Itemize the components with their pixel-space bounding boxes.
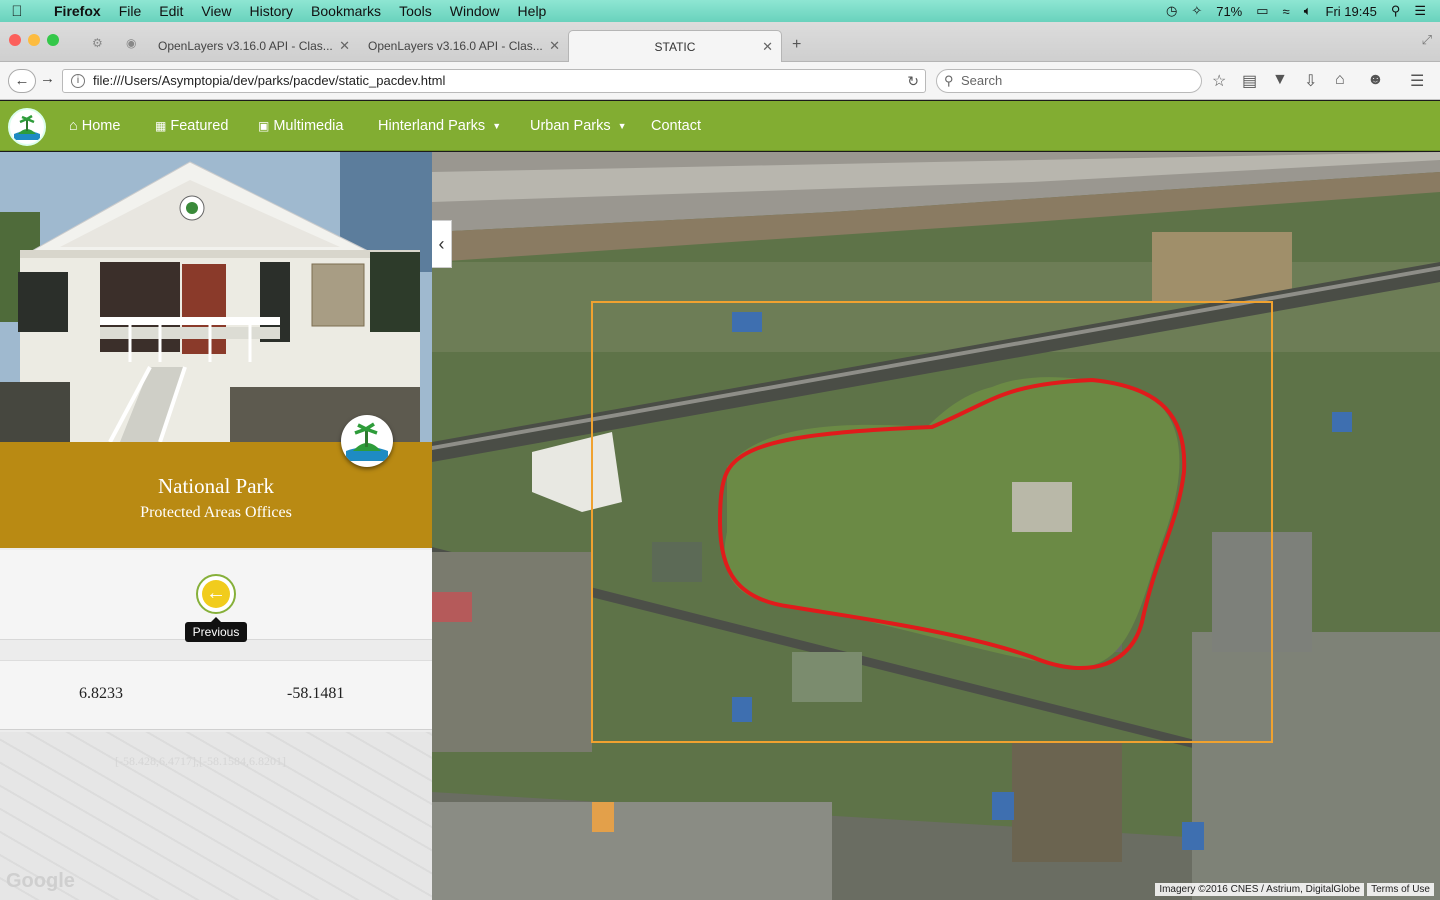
new-tab-icon[interactable]: + [792,36,801,54]
time-machine-icon[interactable]: ◷ [1166,3,1177,19]
app-menu[interactable]: Firefox [54,3,101,19]
hamburger-menu-icon[interactable]: ☰ [1410,71,1424,91]
park-logo-badge [341,415,393,467]
navigation-toolbar: ← → i file:///Users/Asymptopia/dev/parks… [0,62,1440,100]
close-window-button[interactable] [9,34,21,46]
caret-down-icon: ▼ [617,121,627,131]
nav-urban-label: Urban Parks [530,118,611,134]
palm-logo-icon [342,416,392,466]
home-icon: ⌂ [69,118,78,134]
nav-urban-parks[interactable]: Urban Parks ▼ [530,118,627,134]
bookmark-star-icon[interactable]: ☆ [1212,71,1226,91]
wifi-icon[interactable]: ≈ [1283,4,1290,19]
nav-featured-label: Featured [170,118,229,134]
tab-openlayers-1[interactable]: OpenLayers v3.16.0 API - Clas... ✕ [148,30,358,62]
previous-button[interactable]: ← [196,574,236,614]
nav-contact[interactable]: Contact [651,118,701,134]
tab-label: STATIC [654,39,696,54]
site-logo[interactable] [8,108,46,146]
close-tab-icon[interactable]: ✕ [762,39,773,55]
reading-list-icon[interactable]: ▤ [1242,71,1257,91]
search-input[interactable]: ⚲ Search [936,69,1202,93]
menu-view[interactable]: View [201,3,231,19]
google-logo: Google [6,870,75,892]
menu-history[interactable]: History [249,3,293,19]
park-title: National Park [157,474,275,498]
bbox-text: [-58.428,6.4717],[-58.1584,6.8201] [115,754,286,768]
picture-icon: ▣ [258,119,270,133]
map-attribution: Imagery ©2016 CNES / Astrium, DigitalGlo… [1152,883,1434,896]
park-office-photo [0,152,432,443]
tab-label: OpenLayers v3.16.0 API - Clas... [368,39,543,53]
nav-multimedia[interactable]: ▣ Multimedia [258,118,343,134]
url-bar[interactable]: i file:///Users/Asymptopia/dev/parks/pac… [62,69,926,93]
search-placeholder: Search [961,73,1003,88]
menu-file[interactable]: File [119,3,142,19]
apple-icon[interactable]:  [0,3,34,20]
menu-help[interactable]: Help [518,3,547,19]
arrow-left-icon: ← [202,580,230,608]
close-tab-icon[interactable]: ✕ [549,38,560,54]
coordinates-card: 6.8233 -58.1481 [0,660,432,730]
fullscreen-icon[interactable]: ⤢ [1422,32,1432,48]
tab-openlayers-2[interactable]: OpenLayers v3.16.0 API - Clas... ✕ [358,30,568,62]
search-icon: ⚲ [944,73,954,88]
tab-static[interactable]: STATIC ✕ [568,30,782,62]
tab-bar: ⚙ ◉ OpenLayers v3.16.0 API - Clas... ✕ O… [0,22,1440,62]
clock[interactable]: Fri 19:45 [1326,4,1377,19]
pocket-icon[interactable]: ▼ [1272,71,1288,89]
os-menubar:  Firefox File Edit View History Bookmar… [0,0,1440,22]
reload-icon[interactable]: ↻ [907,70,919,92]
terms-of-use-link[interactable]: Terms of Use [1367,883,1434,896]
battery-icon[interactable]: ▭ [1256,3,1268,19]
satellite-map[interactable]: Imagery ©2016 CNES / Astrium, DigitalGlo… [432,152,1440,900]
info-icon[interactable]: i [71,74,85,88]
nav-hinterland-parks[interactable]: Hinterland Parks ▼ [378,118,501,134]
nav-featured[interactable]: ▦ Featured [155,118,228,134]
menu-bookmarks[interactable]: Bookmarks [311,3,381,19]
spotlight-icon[interactable]: ⚲ [1391,3,1401,19]
imagery-credit: Imagery ©2016 CNES / Astrium, DigitalGlo… [1155,883,1365,896]
nav-home-label: Home [81,118,121,134]
menu-window[interactable]: Window [450,3,500,19]
nav-home[interactable]: ⌂ Home [69,118,120,134]
collapse-sidebar-button[interactable]: ‹ [432,220,452,268]
minimize-window-button[interactable] [28,34,40,46]
pinned-tab-icon[interactable]: ◉ [126,36,136,50]
volume-icon[interactable]: 🔈︎ [1304,3,1312,19]
menu-tools[interactable]: Tools [399,3,432,19]
home-toolbar-icon[interactable]: ⌂ [1335,71,1345,89]
battery-percent[interactable]: 71% [1216,4,1242,19]
film-icon: ▦ [155,119,167,133]
forward-button[interactable]: → [40,70,55,87]
zoom-window-button[interactable] [47,34,59,46]
nav-contact-label: Contact [651,118,701,134]
tab-label: OpenLayers v3.16.0 API - Clas... [158,39,333,53]
nav-hinterland-label: Hinterland Parks [378,118,486,134]
previous-tooltip: Previous [185,617,247,642]
park-subtitle: Protected Areas Offices [140,504,292,521]
url-text: file:///Users/Asymptopia/dev/parks/pacde… [93,73,446,88]
longitude-value: -58.1481 [287,685,345,702]
notification-center-icon[interactable]: ☰ [1414,3,1426,19]
chat-icon[interactable]: ☻ [1367,71,1384,89]
sidebar-panel: National Park Protected Areas Offices ← … [0,152,432,900]
nav-multimedia-label: Multimedia [273,118,344,134]
close-tab-icon[interactable]: ✕ [339,38,350,54]
latitude-value: 6.8233 [79,685,123,702]
palm-logo-icon [11,111,43,143]
chevron-left-icon: ‹ [438,234,445,254]
caret-down-icon: ▼ [492,121,502,131]
pinned-tab-icon[interactable]: ⚙ [92,36,103,50]
back-button[interactable]: ← [8,69,36,93]
downloads-icon[interactable]: ⇩ [1304,71,1317,91]
menu-edit[interactable]: Edit [159,3,183,19]
site-navbar: ⌂ Home ▦ Featured ▣ Multimedia Hinterlan… [0,101,1440,151]
bluetooth-icon[interactable]: ✧ [1191,3,1202,19]
previous-card: ← Previous [0,550,432,642]
